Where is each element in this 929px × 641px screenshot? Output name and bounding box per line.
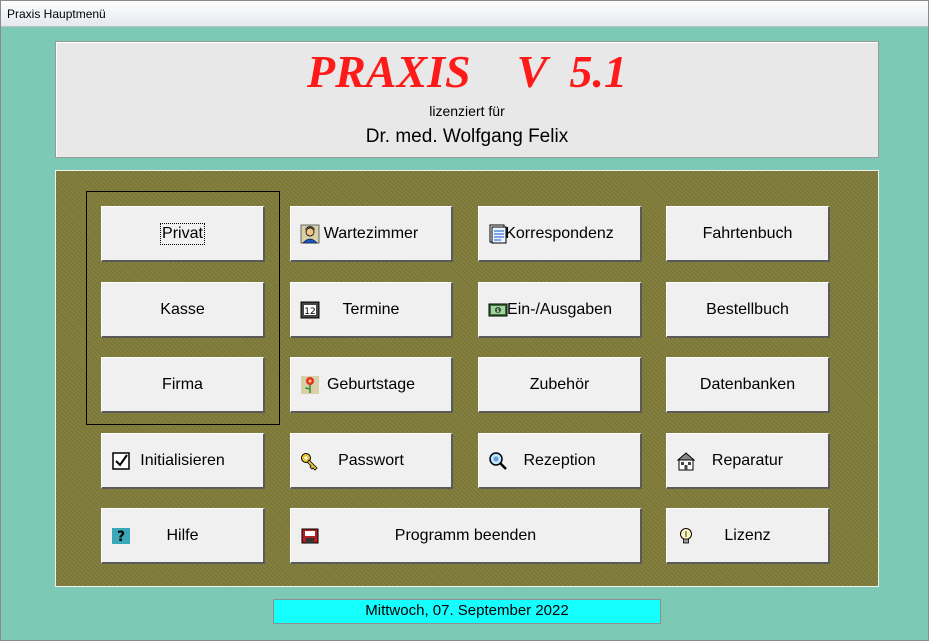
wartezimmer-button[interactable]: Wartezimmer: [290, 206, 453, 262]
datenbanken-label: Datenbanken: [699, 375, 796, 393]
fahrtenbuch-button[interactable]: Fahrtenbuch: [666, 206, 830, 262]
money-icon: $: [488, 300, 508, 320]
svg-text:12: 12: [304, 307, 315, 317]
lizenz-button[interactable]: Lizenz: [666, 508, 830, 564]
rezeption-button[interactable]: Rezeption: [478, 433, 642, 489]
bestellbuch-button[interactable]: Bestellbuch: [666, 282, 830, 338]
passwort-label: Passwort: [338, 451, 404, 469]
exit-icon: [300, 526, 320, 546]
bestellbuch-label: Bestellbuch: [706, 300, 789, 318]
lightbulb-icon: [676, 526, 696, 546]
question-icon: ?: [111, 526, 131, 546]
programm-beenden-label: Programm beenden: [394, 526, 537, 544]
magnifier-icon: [488, 451, 508, 471]
hilfe-label: Hilfe: [166, 526, 199, 544]
firma-label: Firma: [162, 375, 203, 393]
ein-ausgaben-label: Ein-/Ausgaben: [507, 300, 612, 318]
korrespondenz-button[interactable]: Korrespondenz: [478, 206, 642, 262]
calendar-icon: 12: [300, 300, 320, 320]
main-window: Praxis Hauptmenü PRAXIS V 5.1 lizenziert…: [0, 0, 929, 641]
zubehoer-button[interactable]: Zubehör: [478, 357, 642, 413]
ein-ausgaben-button[interactable]: $ Ein-/Ausgaben: [478, 282, 642, 338]
initialisieren-button[interactable]: Initialisieren: [101, 433, 265, 489]
hilfe-button[interactable]: ? Hilfe: [101, 508, 265, 564]
termine-label: Termine: [342, 300, 400, 318]
initialisieren-label: Initialisieren: [140, 451, 225, 469]
svg-text:?: ?: [117, 529, 125, 545]
kasse-label: Kasse: [160, 300, 205, 318]
flower-icon: [300, 375, 320, 395]
document-icon: [488, 224, 508, 244]
geburtstage-button[interactable]: Geburtstage: [290, 357, 453, 413]
rezeption-label: Rezeption: [523, 451, 596, 469]
licensed-for-label: lizenziert für: [429, 103, 505, 119]
app-title: PRAXIS V 5.1: [307, 46, 627, 97]
key-icon: [300, 451, 320, 471]
date-status: Mittwoch, 07. September 2022: [273, 599, 661, 624]
zubehoer-label: Zubehör: [529, 375, 590, 393]
checkbox-icon: [111, 451, 131, 471]
kasse-button[interactable]: Kasse: [101, 282, 265, 338]
privat-label: Privat: [160, 222, 205, 245]
license-header: PRAXIS V 5.1 lizenziert für Dr. med. Wol…: [55, 41, 879, 158]
datenbanken-button[interactable]: Datenbanken: [666, 357, 830, 413]
wartezimmer-label: Wartezimmer: [323, 224, 419, 242]
window-title: Praxis Hauptmenü: [7, 7, 106, 21]
svg-text:$: $: [496, 308, 499, 314]
korrespondenz-label: Korrespondenz: [505, 224, 614, 242]
window-titlebar[interactable]: Praxis Hauptmenü: [1, 1, 928, 27]
fahrtenbuch-label: Fahrtenbuch: [702, 224, 793, 242]
building-icon: [676, 451, 696, 471]
lizenz-label: Lizenz: [724, 526, 771, 544]
reparatur-button[interactable]: Reparatur: [666, 433, 830, 489]
firma-button[interactable]: Firma: [101, 357, 265, 413]
geburtstage-label: Geburtstage: [326, 375, 416, 393]
passwort-button[interactable]: Passwort: [290, 433, 453, 489]
termine-button[interactable]: 12 Termine: [290, 282, 453, 338]
reparatur-label: Reparatur: [711, 451, 784, 469]
person-icon: [300, 224, 320, 244]
licensee-name: Dr. med. Wolfgang Felix: [365, 126, 569, 147]
programm-beenden-button[interactable]: Programm beenden: [290, 508, 642, 564]
privat-button[interactable]: Privat: [101, 206, 265, 262]
